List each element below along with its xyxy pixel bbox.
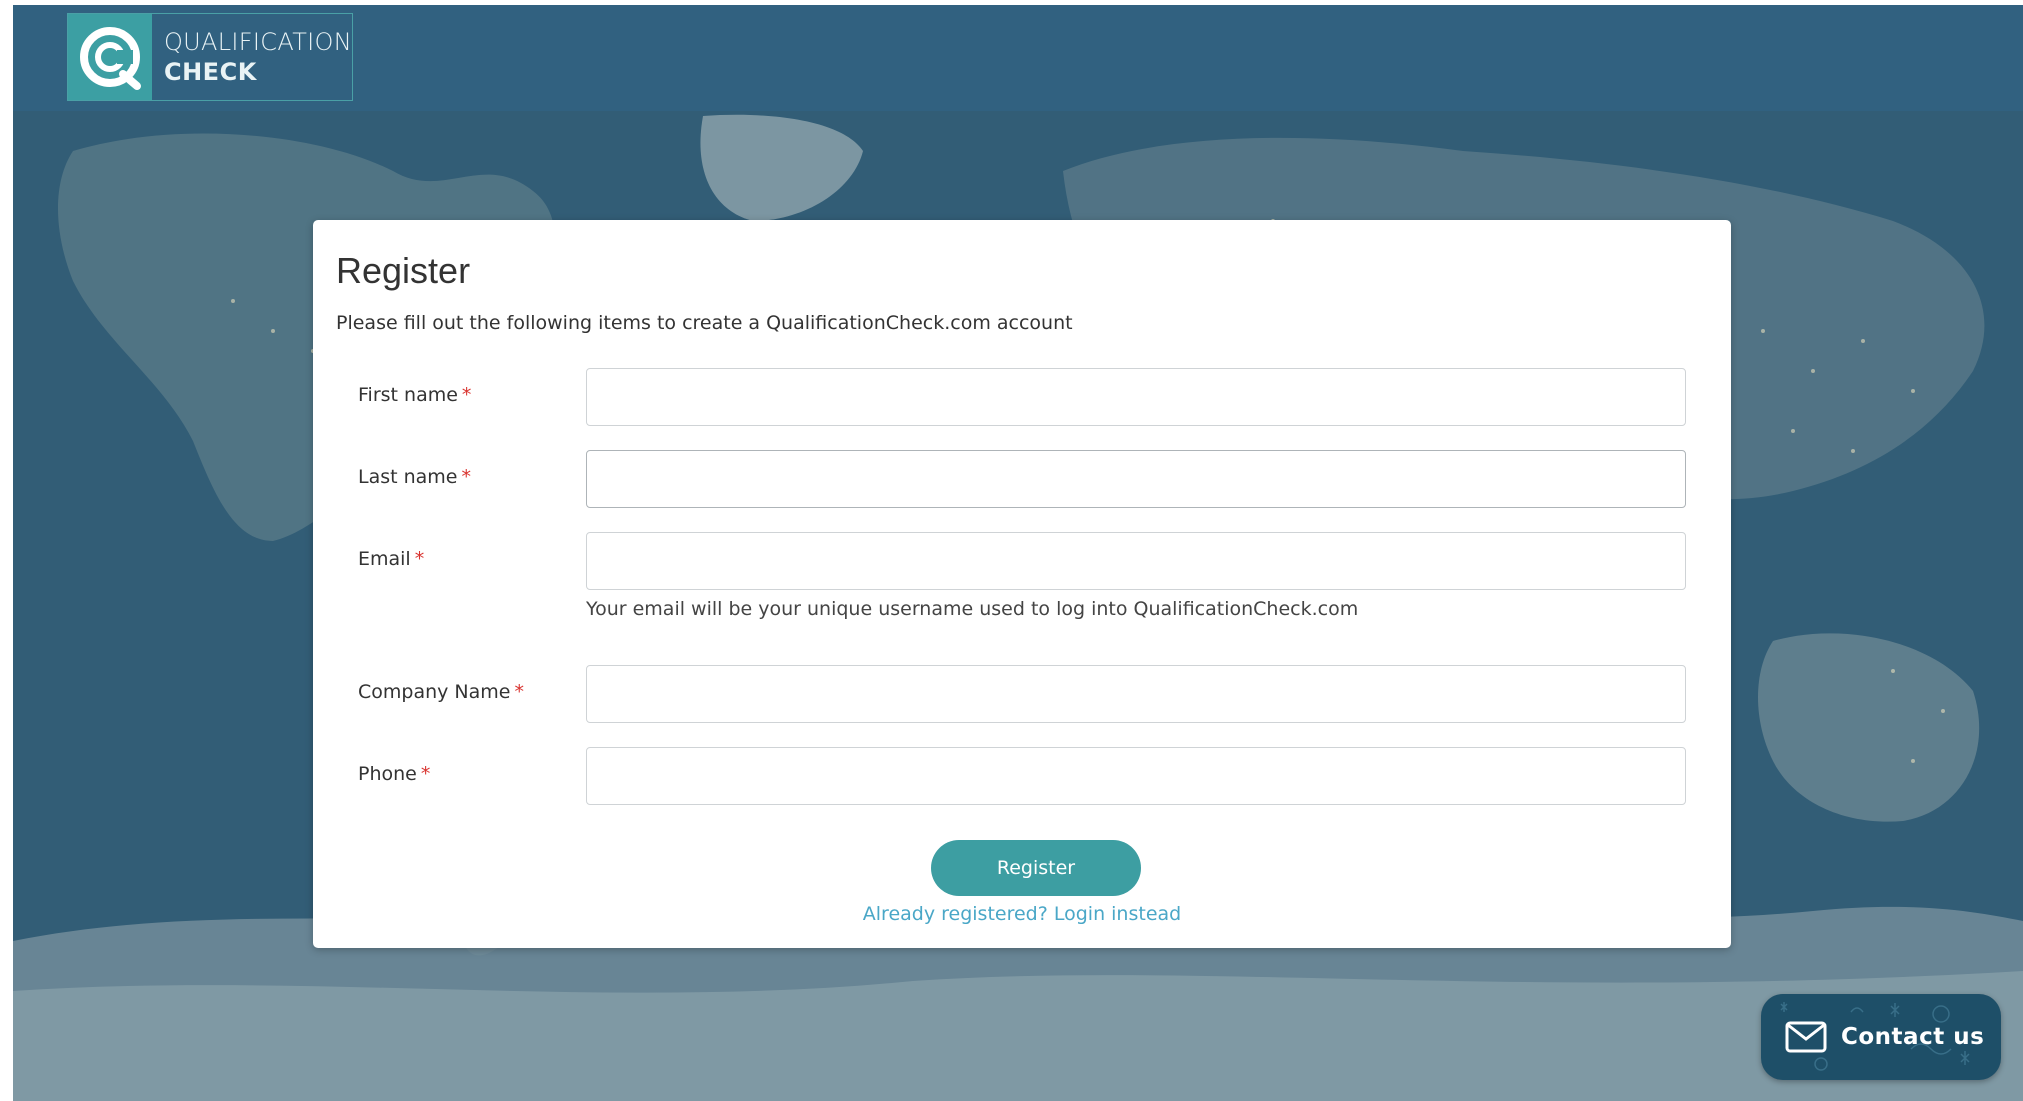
brand-line-1: QUALIFICATION [163,28,352,56]
last-name-label-text: Last name [358,466,458,488]
required-marker: * [461,466,472,488]
first-name-input[interactable] [586,368,1686,426]
login-instead-link[interactable]: Already registered? Login instead [313,903,1731,925]
page-stage: QUALIFICATION CHECK Register Please fill… [13,5,2023,1101]
envelope-icon [1785,1021,1827,1053]
brand-logo[interactable]: QUALIFICATION CHECK [67,13,353,101]
company-name-label-text: Company Name [358,681,511,703]
required-marker: * [420,763,431,785]
brand-line-2: CHECK [163,58,257,86]
q-check-logo-icon [68,14,152,100]
first-name-label: First name * [358,384,471,406]
first-name-row: First name * [313,368,1731,428]
required-marker: * [461,384,472,406]
company-name-input[interactable] [586,665,1686,723]
page-subtitle: Please fill out the following items to c… [336,312,1073,334]
first-name-label-text: First name [358,384,458,406]
last-name-input[interactable] [586,450,1686,508]
last-name-row: Last name * [313,450,1731,510]
email-input[interactable] [586,532,1686,590]
contact-us-button[interactable]: Contact us [1761,994,2001,1080]
contact-us-label: Contact us [1841,1024,1985,1050]
register-button[interactable]: Register [931,840,1141,896]
company-name-row: Company Name * [313,665,1731,725]
last-name-label: Last name * [358,466,471,488]
email-help-text: Your email will be your unique username … [586,598,1359,620]
phone-input[interactable] [586,747,1686,805]
email-label: Email * [358,548,424,570]
required-marker: * [414,548,425,570]
register-card: Register Please fill out the following i… [313,220,1731,948]
phone-label: Phone * [358,763,430,785]
required-marker: * [514,681,524,703]
email-row: Email * [313,532,1731,592]
phone-row: Phone * [313,747,1731,807]
page-title: Register [336,250,471,291]
company-name-label: Company Name * [358,681,524,703]
top-header: QUALIFICATION CHECK [13,5,2023,111]
email-label-text: Email [358,548,411,570]
brand-wordmark: QUALIFICATION CHECK [152,14,352,100]
phone-label-text: Phone [358,763,417,785]
